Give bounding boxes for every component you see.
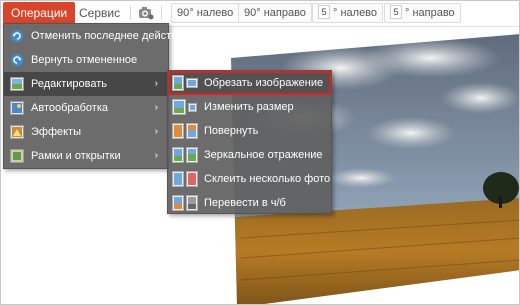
toolbar-separator	[130, 6, 131, 20]
redo-icon	[11, 54, 23, 66]
submenu-item-label: Зеркальное отражение	[204, 149, 323, 161]
operations-dropdown: Отменить последнее действие Вернуть отме…	[3, 23, 189, 169]
menu-operations[interactable]: Операции	[3, 2, 76, 24]
rotate-left-step-label: ° налево	[333, 7, 378, 19]
submenu-item-label: Обрезать изображение	[204, 77, 324, 89]
menu-item-label: Рамки и открытки	[31, 150, 121, 162]
chevron-right-icon: ›	[154, 102, 158, 113]
rotate-icon	[172, 123, 198, 139]
submenu-item-merge[interactable]: Склеить несколько фото	[168, 167, 331, 191]
menu-item-label: Вернуть отмененное	[31, 54, 138, 66]
menu-item-effects[interactable]: Эффекты ›	[4, 120, 168, 144]
submenu-item-mirror[interactable]: Зеркальное отражение	[168, 143, 331, 167]
menu-service[interactable]: Сервис	[71, 2, 128, 24]
submenu-item-label: Перевести в ч/б	[204, 197, 286, 209]
menu-item-edit[interactable]: Редактировать ›	[4, 72, 168, 96]
rotate-left-90-button[interactable]: 90° налево	[171, 3, 240, 23]
menu-item-auto-process[interactable]: Автообработка ›	[4, 96, 168, 120]
submenu-item-label: Повернуть	[204, 125, 259, 137]
chevron-right-icon: ›	[154, 78, 158, 89]
submenu-item-label: Изменить размер	[204, 101, 294, 113]
resize-icon	[172, 99, 197, 115]
menu-item-label: Редактировать	[31, 78, 107, 90]
menu-item-label: Отменить последнее действие	[31, 30, 190, 42]
submenu-item-label: Склеить несколько фото	[204, 173, 331, 185]
chevron-right-icon: ›	[154, 126, 158, 137]
camera-settings-icon[interactable]	[138, 6, 154, 20]
rotate-right-step-button[interactable]: 5 ° направо	[384, 3, 461, 23]
edit-icon	[10, 77, 24, 91]
toolbar-separator	[161, 6, 162, 20]
menu-item-redo[interactable]: Вернуть отмененное	[4, 48, 168, 72]
menu-item-frames[interactable]: Рамки и открытки ›	[4, 144, 168, 168]
submenu-item-resize[interactable]: Изменить размер	[168, 95, 331, 119]
menu-item-undo[interactable]: Отменить последнее действие	[4, 24, 189, 48]
undo-icon	[11, 30, 23, 42]
crop-icon	[172, 75, 198, 91]
grayscale-icon	[172, 195, 198, 211]
rotate-left-step-input[interactable]: 5	[318, 5, 330, 19]
rotate-right-90-button[interactable]: 90° направо	[238, 3, 312, 23]
menu-item-label: Автообработка	[31, 102, 109, 114]
frames-icon	[10, 149, 24, 163]
effects-icon	[10, 125, 24, 139]
menu-item-label: Эффекты	[31, 126, 82, 138]
submenu-item-rotate[interactable]: Повернуть	[168, 119, 331, 143]
mirror-icon	[172, 147, 198, 163]
auto-process-icon	[10, 101, 24, 115]
edit-submenu: Обрезать изображение Изменить размер Пов…	[167, 70, 332, 214]
rotate-left-step-button[interactable]: 5 ° налево	[312, 3, 384, 23]
submenu-item-grayscale[interactable]: Перевести в ч/б	[168, 191, 331, 215]
rotate-right-step-input[interactable]: 5	[390, 5, 402, 19]
editor-window: Операции Сервис 90° налево 90° направо 5…	[0, 0, 520, 305]
rotate-right-step-label: ° направо	[405, 7, 455, 19]
chevron-right-icon: ›	[154, 150, 158, 161]
submenu-item-crop[interactable]: Обрезать изображение	[168, 71, 331, 95]
merge-photos-icon	[172, 171, 198, 187]
